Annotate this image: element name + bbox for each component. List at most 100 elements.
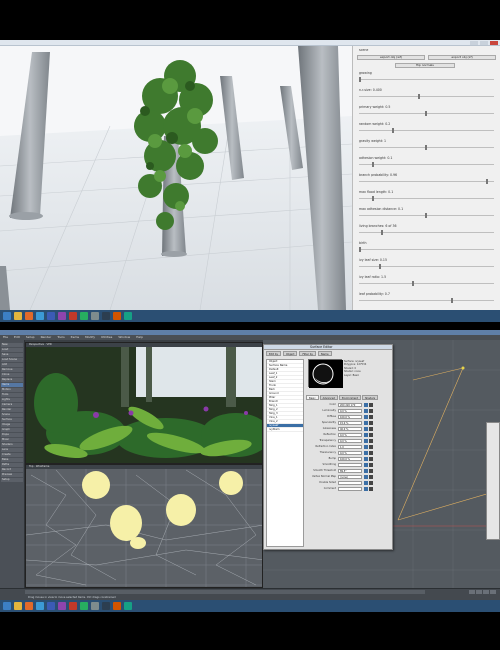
vpr-render-viewport[interactable]: Perspective · VPR	[25, 342, 263, 464]
toolbar-button[interactable]: Replace	[1, 378, 23, 382]
texture-toggle-icon[interactable]	[364, 409, 368, 413]
param-value-field[interactable]: 0.0 %	[338, 433, 362, 437]
app-icon-8[interactable]	[113, 602, 121, 610]
slider-knob[interactable]	[411, 281, 414, 286]
app-icon-5[interactable]	[80, 312, 88, 320]
toolbar-button[interactable]: Shaders	[1, 443, 23, 447]
explorer-icon[interactable]	[14, 312, 22, 320]
app-icon-5[interactable]	[80, 602, 88, 610]
slider-track[interactable]	[359, 198, 494, 199]
toolbar-button[interactable]: Clone	[1, 373, 23, 377]
app-icon-7[interactable]	[102, 312, 110, 320]
envelope-toggle-icon[interactable]	[369, 457, 373, 461]
slider-knob[interactable]	[359, 77, 361, 82]
slider-knob[interactable]	[425, 145, 427, 150]
envelope-toggle-icon[interactable]	[369, 445, 373, 449]
surface-tab[interactable]: Basic	[306, 395, 319, 400]
param-value-field[interactable]	[338, 463, 362, 467]
menu-item[interactable]: Setup	[26, 335, 35, 340]
wireframe-top-viewport[interactable]: Top · Wireframe	[25, 464, 263, 588]
play-back-button[interactable]	[469, 590, 475, 594]
toolbar-button[interactable]: Preview	[1, 473, 23, 477]
slider-knob[interactable]	[451, 298, 454, 303]
param-value-field[interactable]: 89.5°	[338, 469, 362, 473]
menu-item[interactable]: Window	[118, 335, 130, 340]
toolbar-button[interactable]: Graph	[1, 428, 23, 432]
ivy-3d-viewport[interactable]	[0, 46, 352, 310]
envelope-toggle-icon[interactable]	[369, 451, 373, 455]
slider-knob[interactable]	[372, 162, 375, 167]
slider-track[interactable]	[359, 232, 494, 233]
app-icon-7[interactable]	[102, 602, 110, 610]
flip-normals-button[interactable]: flip normals	[395, 63, 455, 68]
menu-item[interactable]: Tools	[57, 335, 64, 340]
param-value-field[interactable]	[338, 481, 362, 485]
toolbar-button[interactable]: Motion	[1, 388, 23, 392]
toolbar-button[interactable]: Camera	[1, 403, 23, 407]
surface-tab[interactable]: Shaders	[361, 395, 379, 400]
toolbar-button[interactable]: Add	[1, 363, 23, 367]
toolbar-button[interactable]: Scene	[1, 413, 23, 417]
surface-list-item[interactable]: ivyStem	[267, 428, 303, 432]
texture-toggle-icon[interactable]	[364, 421, 368, 425]
envelope-toggle-icon[interactable]	[369, 433, 373, 437]
toolbar-button[interactable]: Load	[1, 348, 23, 352]
envelope-toggle-icon[interactable]	[369, 421, 373, 425]
toolbar-button[interactable]: Dope	[1, 433, 23, 437]
envelope-toggle-icon[interactable]	[369, 481, 373, 485]
explorer-icon[interactable]	[14, 602, 22, 610]
texture-toggle-icon[interactable]	[364, 475, 368, 479]
texture-toggle-icon[interactable]	[364, 439, 368, 443]
envelope-toggle-icon[interactable]	[369, 439, 373, 443]
toolbar-button[interactable]: Lens	[1, 448, 23, 452]
app-icon-4[interactable]	[69, 312, 77, 320]
menu-item[interactable]: Modify	[85, 335, 95, 340]
slider-track[interactable]	[359, 130, 494, 131]
slider-track[interactable]	[359, 96, 494, 97]
app-icon-6[interactable]	[91, 312, 99, 320]
app-icon-2[interactable]	[47, 602, 55, 610]
menu-item[interactable]: Render	[41, 335, 52, 340]
media-icon[interactable]	[25, 602, 33, 610]
toolbar-button[interactable]: Save	[1, 353, 23, 357]
slider-track[interactable]	[359, 249, 494, 250]
slider-knob[interactable]	[425, 213, 427, 218]
toolbar-button[interactable]: Lights	[1, 398, 23, 402]
slider-track[interactable]	[359, 283, 494, 284]
next-key-button[interactable]	[490, 590, 496, 594]
stop-button[interactable]	[476, 590, 482, 594]
texture-toggle-icon[interactable]	[364, 403, 368, 407]
toolbar-button[interactable]: Render	[1, 408, 23, 412]
texture-toggle-icon[interactable]	[364, 463, 368, 467]
toolbar-button[interactable]: Mixer	[1, 438, 23, 442]
toolbar-button[interactable]: Bake	[1, 458, 23, 462]
app-icon-2[interactable]	[47, 312, 55, 320]
surface-list[interactable]: Object Surface Name Default Leaf_1 Leaf_2 Ste…	[266, 359, 304, 547]
toolbar-button[interactable]: Paths	[1, 463, 23, 467]
slider-knob[interactable]	[381, 230, 384, 235]
close-button[interactable]	[490, 41, 498, 45]
export-obj-alt-button[interactable]: export obj (xf)	[428, 55, 496, 60]
texture-toggle-icon[interactable]	[364, 457, 368, 461]
texture-toggle-icon[interactable]	[364, 469, 368, 473]
toolbar-button[interactable]: Tools	[1, 393, 23, 397]
menu-item[interactable]: Utilities	[101, 335, 112, 340]
envelope-toggle-icon[interactable]	[369, 475, 373, 479]
param-value-field[interactable]: (none)	[338, 475, 362, 479]
play-forward-button[interactable]	[483, 590, 489, 594]
maximize-button[interactable]	[480, 41, 488, 45]
texture-toggle-icon[interactable]	[364, 415, 368, 419]
slider-track[interactable]	[359, 164, 494, 165]
minimize-button[interactable]	[470, 41, 478, 45]
app-icon-9[interactable]	[124, 602, 132, 610]
envelope-toggle-icon[interactable]	[369, 487, 373, 491]
param-value-field[interactable]: 0.0 %	[338, 409, 362, 413]
param-value-field[interactable]: 100.0 %	[338, 457, 362, 461]
app-icon-9[interactable]	[124, 312, 132, 320]
slider-knob[interactable]	[418, 94, 421, 99]
timeline-slider[interactable]	[25, 590, 425, 594]
param-value-field[interactable]	[338, 487, 362, 491]
param-value-field[interactable]: 0.0 %	[338, 451, 362, 455]
envelope-toggle-icon[interactable]	[369, 415, 373, 419]
app-icon-1[interactable]	[36, 602, 44, 610]
